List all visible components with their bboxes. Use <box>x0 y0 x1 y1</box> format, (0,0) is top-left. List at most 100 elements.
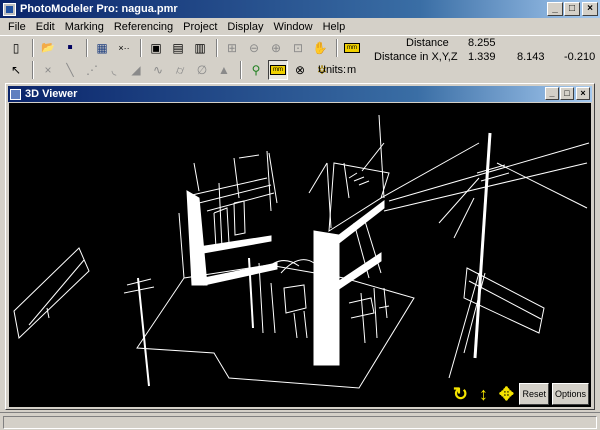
units-label: Units: <box>318 64 347 76</box>
distance-value: 8.255 <box>468 37 496 49</box>
zoom-fit-icon: ⊞ <box>226 40 238 55</box>
cylinder-button[interactable]: ⌭ <box>170 60 190 80</box>
line-icon: ╲ <box>66 63 74 77</box>
move-icon[interactable]: ✥ <box>496 383 516 405</box>
viewer-close-button[interactable]: × <box>576 87 590 100</box>
zoom-in-icon: ⊕ <box>270 40 282 55</box>
surface-icon: ◢ <box>131 63 141 77</box>
pointer-button[interactable]: ↖ <box>6 60 26 80</box>
menu-edit[interactable]: Edit <box>31 21 60 33</box>
menu-marking[interactable]: Marking <box>60 21 109 33</box>
3d-viewer-title: 3D Viewer <box>25 88 78 100</box>
toolbar-separator <box>240 61 242 79</box>
open-icon: 📂 <box>41 42 55 54</box>
toolbar-separator <box>32 61 34 79</box>
main-toolbar: ▯ 📂 ▪ ▦ ×·· ▣ ▤ ▥ ⊞ ⊖ ⊕ ⊡ ✋ mm <box>0 35 600 59</box>
point-mark-icon: × <box>44 63 52 77</box>
toolbar-separator <box>216 38 218 57</box>
status-bar <box>0 412 600 430</box>
viewer-minimize-button[interactable]: _ <box>545 87 559 100</box>
zoom-fit-button[interactable]: ⊞ <box>222 38 242 58</box>
new-button[interactable]: ▯ <box>6 38 26 58</box>
viewer-icon <box>10 88 21 100</box>
triangle-mesh-button[interactable]: ▲ <box>214 60 234 80</box>
app-title-bar[interactable]: PhotoModeler Pro: nagua.pmr _ □ × <box>0 0 600 18</box>
marking-toolbar: ↖ × ╲ ⋰ ◟ ◢ ∿ ⌭ ∅ ▲ ⚲ mm ⊗ ✲ <box>0 58 600 82</box>
reset-button[interactable]: Reset <box>519 383 549 405</box>
zoom-in-button[interactable]: ⊕ <box>266 38 286 58</box>
menu-bar: File Edit Marking Referencing Project Di… <box>0 18 600 35</box>
toolbar-separator <box>336 38 338 57</box>
distance-x-value: 1.339 <box>468 51 496 63</box>
maximize-button[interactable]: □ <box>564 2 580 16</box>
options-button[interactable]: Options <box>551 383 589 405</box>
zoom-box-button[interactable]: ⊡ <box>288 38 308 58</box>
runner-icon: ⚲ <box>251 63 261 77</box>
line-button[interactable]: ╲ <box>60 60 80 80</box>
edge-button[interactable]: ⋰ <box>82 60 102 80</box>
spline-icon: ∿ <box>152 63 164 77</box>
menu-referencing[interactable]: Referencing <box>109 21 178 33</box>
toolbar-separator <box>32 38 34 57</box>
zoom-out-icon: ⊖ <box>248 40 260 55</box>
up-down-icon[interactable]: ↕ <box>473 383 493 405</box>
curve-icon: ◟ <box>111 63 117 77</box>
substation-3d-model <box>13 114 590 389</box>
runner-button[interactable]: ⚲ <box>246 60 266 80</box>
edge-icon: ⋰ <box>86 63 98 77</box>
menu-window[interactable]: Window <box>268 21 317 33</box>
3d-viewport[interactable]: ↻ ↕ ✥ Reset Options <box>9 103 591 407</box>
toolbar-separator <box>140 38 142 57</box>
photo-table-icon: ▤ <box>172 40 184 55</box>
app-icon <box>3 2 16 16</box>
distance-label: Distance <box>406 37 449 49</box>
zoom-box-icon: ⊡ <box>292 40 304 55</box>
measure-tool-icon: mm <box>270 65 286 75</box>
measure-tool-button[interactable]: mm <box>268 60 288 80</box>
distance-xyz-label: Distance in X,Y,Z <box>374 51 458 63</box>
open-button[interactable]: 📂 <box>38 38 58 58</box>
measure-icon: mm <box>344 42 360 53</box>
measure-button[interactable]: mm <box>342 38 362 58</box>
dots-icon: ×·· <box>118 42 130 53</box>
viewer-nav-controls: ↻ ↕ ✥ Reset Options <box>450 383 589 405</box>
photos-table-button[interactable]: ▦ <box>92 38 112 58</box>
save-button[interactable]: ▪ <box>60 38 80 58</box>
spline-button[interactable]: ∿ <box>148 60 168 80</box>
rotate-icon[interactable]: ↻ <box>450 383 470 405</box>
surface-button[interactable]: ◢ <box>126 60 146 80</box>
pan-icon: ✋ <box>312 40 328 55</box>
save-icon: ▪ <box>67 38 73 56</box>
lock-button[interactable]: ⊗ <box>290 60 310 80</box>
table-button[interactable]: ▥ <box>190 38 210 58</box>
open-photo-button[interactable]: ▣ <box>146 38 166 58</box>
point-mark-button[interactable]: × <box>38 60 58 80</box>
open-photo-icon: ▣ <box>150 40 162 55</box>
toolbar-separator <box>86 38 88 57</box>
zoom-out-button[interactable]: ⊖ <box>244 38 264 58</box>
status-panel <box>3 416 597 429</box>
new-icon: ▯ <box>12 40 20 55</box>
3d-viewer-title-bar[interactable]: 3D Viewer _ □ × <box>8 86 592 102</box>
dots-button[interactable]: ×·· <box>114 38 134 58</box>
curve-button[interactable]: ◟ <box>104 60 124 80</box>
path-button[interactable]: ∅ <box>192 60 212 80</box>
menu-display[interactable]: Display <box>222 21 268 33</box>
pointer-icon: ↖ <box>10 63 22 77</box>
3d-viewer-window: 3D Viewer _ □ × ↻ ↕ ✥ Reset Options <box>5 83 595 410</box>
pan-button[interactable]: ✋ <box>310 38 330 58</box>
menu-file[interactable]: File <box>3 21 31 33</box>
cylinder-icon: ⌭ <box>175 62 185 77</box>
photos-table-icon: ▦ <box>96 40 108 55</box>
photo-table-button[interactable]: ▤ <box>168 38 188 58</box>
menu-project[interactable]: Project <box>178 21 222 33</box>
distance-z-value: -0.210 <box>564 51 596 63</box>
menu-help[interactable]: Help <box>318 21 351 33</box>
app-title: PhotoModeler Pro: nagua.pmr <box>20 3 178 15</box>
path-icon: ∅ <box>196 63 208 77</box>
units-value: m <box>347 64 357 76</box>
close-button[interactable]: × <box>582 2 598 16</box>
triangle-mesh-icon: ▲ <box>218 63 230 77</box>
minimize-button[interactable]: _ <box>547 2 563 16</box>
viewer-maximize-button[interactable]: □ <box>560 87 574 100</box>
